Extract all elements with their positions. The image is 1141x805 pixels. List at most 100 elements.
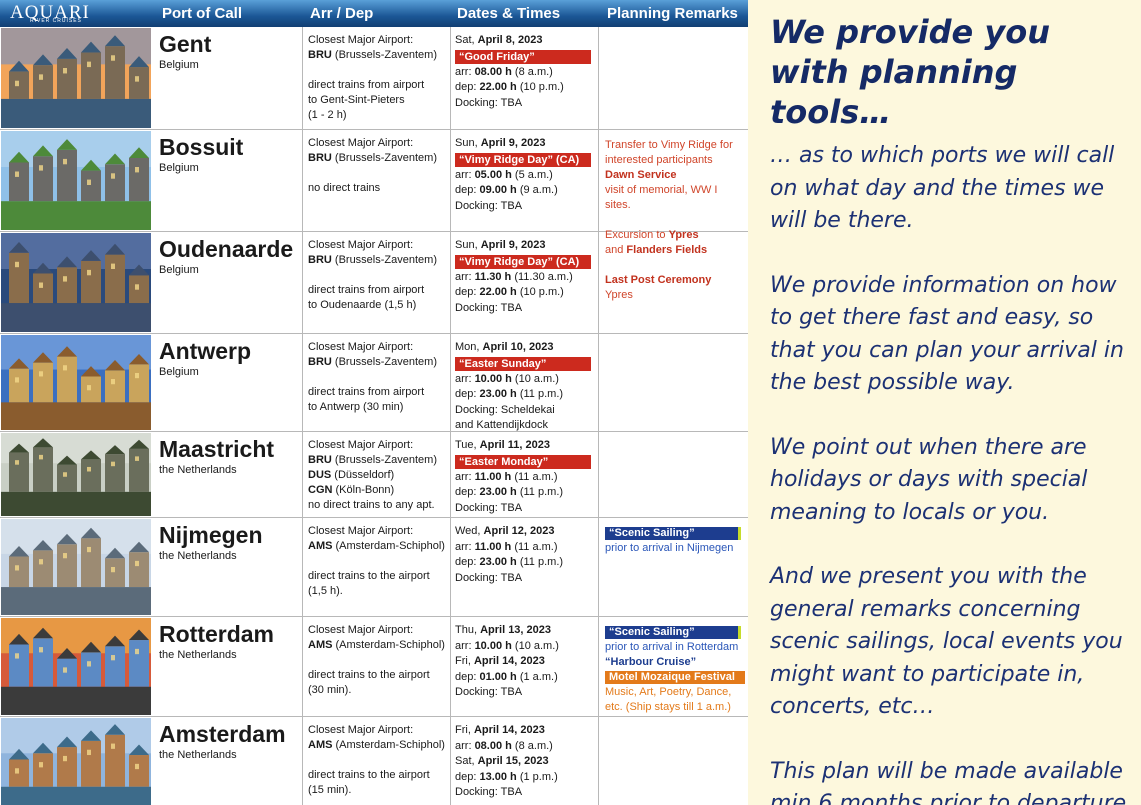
panel-headline: We provide you with planning tools… [770, 13, 1050, 131]
holiday-badge: “Easter Monday” [455, 454, 591, 469]
info-line: arr: 11.00 h (11 a.m.) [455, 470, 558, 483]
info-line: to Oudenaarde (1,5 h) [308, 299, 417, 311]
info-line: (1,5 h). [308, 585, 343, 597]
port-info: Oudenaarde Belgium [159, 236, 293, 276]
info-line: no direct trains [308, 182, 381, 194]
arrival-info: Closest Major Airport: BRU (Brussels-Zave… [308, 136, 453, 196]
dates-times: Tue, April 11, 2023 “Easter Monday” arr: 1… [455, 438, 600, 516]
panel-paragraph: And we present you with the general rema… [770, 564, 1123, 719]
arrival-info: Closest Major Airport: BRU (Brussels-Zave… [308, 438, 453, 513]
port-photo [1, 618, 151, 715]
column-header-remarks: Planning Remarks [607, 5, 738, 22]
dates-times: Sun, April 9, 2023 “Vimy Ridge Day” (CA) a… [455, 238, 600, 316]
info-line: to Gent-Sint-Pieters [308, 94, 405, 106]
info-line: CGN (Köln-Bonn) [308, 484, 395, 496]
port-country: Belgium [159, 366, 199, 378]
info-line: BRU (Brussels-Zaventem) [308, 49, 437, 61]
info-line: arr: 08.00 h (8 a.m.) [455, 739, 553, 752]
panel-paragraphs: … as to which ports we will call on what… [770, 140, 1133, 805]
remark-line: prior to arrival in Nijmegen [605, 542, 734, 554]
dates-times: Thu, April 13, 2023 arr: 10.00 h (10 a.m.… [455, 623, 600, 701]
port-thumbnail [1, 519, 151, 615]
holiday-badge: “Good Friday” [455, 49, 591, 64]
port-info: Rotterdam the Netherlands [159, 621, 274, 661]
info-line: dep: 01.00 h (1 a.m.) [455, 670, 558, 683]
info-line: BRU (Brussels-Zaventem) [308, 454, 437, 466]
column-divider [302, 432, 303, 517]
port-photo [1, 433, 151, 516]
info-line: Docking: TBA [455, 199, 523, 212]
info-line: dep: 23.00 h (11 p.m.) [455, 388, 564, 400]
info-line: Closest Major Airport: [308, 341, 414, 353]
holiday-badge: “Vimy Ridge Day” (CA) [455, 152, 591, 167]
column-divider [302, 27, 303, 129]
itinerary-table: AQUARI RIVER CRUISES Port of Call Arr / … [0, 0, 748, 805]
info-line: arr: 05.00 h (5 a.m.) [455, 168, 553, 181]
port-country: Belgium [159, 59, 199, 71]
column-divider [302, 232, 303, 333]
festival-badge: Motel Mozaique Festival [605, 670, 748, 685]
remark-line: Music, Art, Poetry, Dance, [605, 686, 732, 698]
dates-times: Sat, April 8, 2023 “Good Friday” arr: 08.0… [455, 33, 600, 111]
info-line: DUS (Düsseldorf) [308, 469, 395, 481]
remark-line: Dawn Service [605, 169, 677, 181]
info-line: arr: 10.00 h (10 a.m.) [455, 639, 559, 652]
remark-line: Transfer to Vimy Ridge for [605, 139, 733, 151]
port-country: Belgium [159, 264, 199, 276]
port-photo [1, 28, 151, 128]
info-line: AMS (Amsterdam-Schiphol) [308, 739, 445, 751]
info-line: Docking: TBA [455, 301, 523, 314]
info-line: Docking: TBA [455, 96, 523, 109]
itinerary-row: Maastricht the Netherlands Closest Major A… [0, 432, 748, 518]
info-line: arr: 11.00 h (11 a.m.) [455, 540, 558, 553]
dates-times: Fri, April 14, 2023 arr: 08.00 h (8 a.m.)… [455, 723, 600, 801]
column-header-port: Port of Call [162, 5, 243, 22]
port-country: the Netherlands [159, 749, 237, 761]
info-line: Tue, April 11, 2023 [455, 439, 550, 451]
info-line: direct trains to the airport [308, 769, 430, 781]
holiday-badge: “Easter Sunday” [455, 356, 591, 371]
info-panel: We provide you with planning tools… … as… [748, 0, 1141, 805]
port-thumbnail [1, 718, 151, 805]
info-line: Docking: TBA [455, 786, 523, 798]
port-info: Gent Belgium [159, 31, 211, 71]
info-line: Closest Major Airport: [308, 724, 414, 736]
arrival-info: Closest Major Airport: BRU (Brussels-Zave… [308, 33, 453, 123]
column-divider [302, 717, 303, 805]
info-line: Fri, April 14, 2023 [455, 724, 545, 736]
info-line: BRU (Brussels-Zaventem) [308, 152, 437, 164]
port-photo [1, 233, 151, 332]
port-info: Nijmegen the Netherlands [159, 522, 263, 562]
info-line: BRU (Brussels-Zaventem) [308, 254, 437, 266]
column-header-dates: Dates & Times [457, 5, 561, 22]
scenic-sailing-badge: “Scenic Sailing” [605, 625, 748, 640]
itinerary-row: Amsterdam the Netherlands Closest Major Ai… [0, 717, 748, 805]
info-line: Thu, April 13, 2023 [455, 624, 552, 636]
info-line: Closest Major Airport: [308, 439, 414, 451]
port-info: Maastricht the Netherlands [159, 436, 274, 476]
planning-remarks: “Scenic Sailing” prior to arrival in Rott… [605, 625, 748, 715]
port-name: Nijmegen [159, 522, 263, 548]
port-info: Antwerp Belgium [159, 338, 251, 378]
port-photo [1, 519, 151, 615]
info-line: AMS (Amsterdam-Schiphol) [308, 540, 445, 552]
info-line: Closest Major Airport: [308, 239, 414, 251]
itinerary-row: Antwerp Belgium Closest Major Airport: BRU … [0, 334, 748, 432]
port-name: Amsterdam [159, 721, 286, 747]
port-name: Antwerp [159, 338, 251, 364]
info-line: dep: 23.00 h (11 p.m.) [455, 486, 564, 498]
port-info: Amsterdam the Netherlands [159, 721, 286, 761]
port-name: Rotterdam [159, 621, 275, 647]
info-line: Docking: TBA [455, 501, 523, 514]
info-line: Sat, April 15, 2023 [455, 755, 549, 767]
info-line: Fri, April 14, 2023 [455, 655, 545, 667]
info-line: AMS (Amsterdam-Schiphol) [308, 639, 445, 651]
port-thumbnail [1, 618, 151, 715]
info-line: Closest Major Airport: [308, 34, 414, 46]
arrival-info: Closest Major Airport: AMS (Amsterdam-Sch… [308, 524, 453, 599]
info-line: direct trains from airport [308, 79, 425, 91]
info-line: arr: 08.00 h (8 a.m.) [455, 65, 553, 78]
